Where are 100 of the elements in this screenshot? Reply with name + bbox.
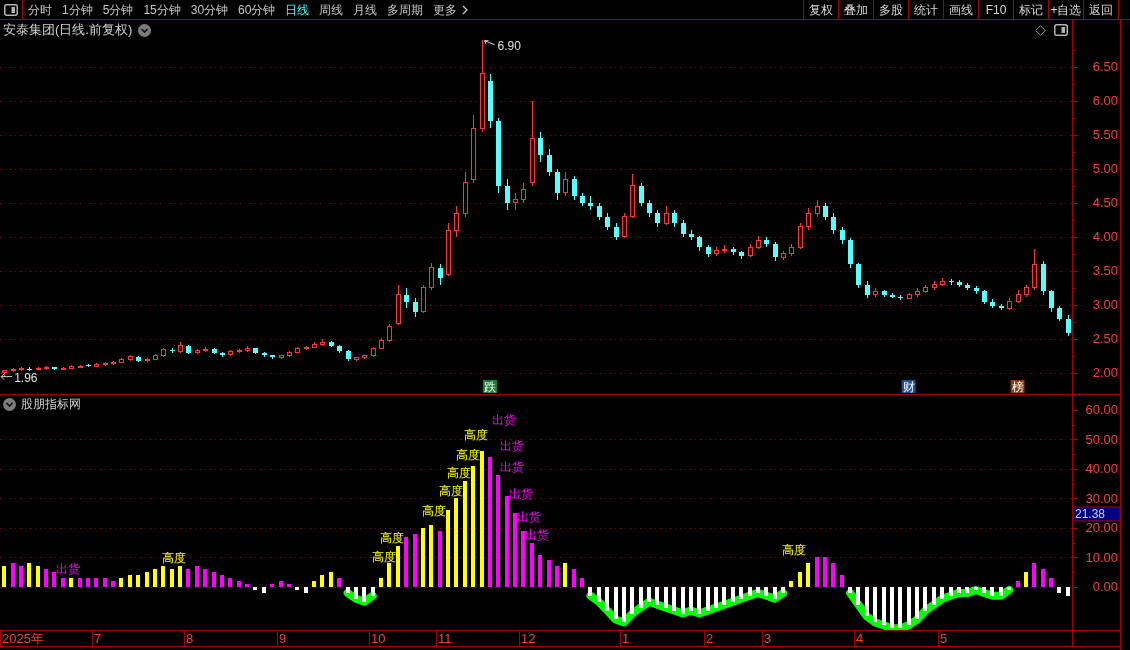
period-tab[interactable]: 分时	[23, 0, 57, 19]
axis-label: 10.00	[1085, 550, 1118, 565]
date-axis-label: 7	[94, 631, 102, 646]
candle	[312, 341, 317, 349]
candle	[304, 345, 309, 351]
candle	[153, 353, 158, 361]
event-tag[interactable]: 榜	[1010, 380, 1025, 394]
candle	[1049, 289, 1054, 313]
candle	[890, 292, 895, 299]
candle	[974, 285, 979, 295]
toolbar-button[interactable]: 画线	[943, 0, 978, 19]
date-axis-label: 11	[438, 631, 452, 646]
candle	[848, 237, 853, 268]
axis-label: 20.00	[1085, 520, 1118, 536]
candle	[404, 287, 409, 309]
indicator-title: 股朋指标网	[21, 397, 81, 412]
candle	[664, 205, 669, 226]
period-tab[interactable]: 周线	[314, 0, 349, 19]
candle	[806, 207, 811, 231]
period-tab[interactable]: 多周期	[382, 0, 429, 19]
candle	[538, 131, 543, 163]
date-axis-label: 9	[279, 631, 287, 646]
toolbar-button[interactable]: 多股	[873, 0, 908, 19]
date-axis-label: 2	[706, 631, 714, 646]
candle	[471, 114, 476, 183]
axis-label: 3.50	[1092, 263, 1118, 279]
candle	[253, 347, 258, 355]
toolbar-button[interactable]: F10	[978, 0, 1013, 19]
period-tab[interactable]: 月线	[348, 0, 383, 19]
signal-label: 高度	[455, 448, 480, 463]
signal-label: 出货	[525, 527, 550, 542]
candle	[563, 171, 568, 197]
candle	[52, 366, 57, 371]
panel-toggle-icon	[4, 3, 18, 16]
axis-label: 5.00	[1092, 161, 1118, 177]
candle	[203, 346, 208, 353]
more-button[interactable]: 更多	[428, 0, 474, 19]
period-tab[interactable]: 1分钟	[57, 0, 98, 19]
date-axis-label: 8	[186, 631, 194, 646]
candle	[505, 178, 510, 211]
candle	[170, 347, 175, 354]
candle	[463, 171, 468, 217]
candle	[454, 205, 459, 238]
candle	[547, 148, 552, 177]
candle	[161, 347, 166, 358]
candle	[320, 338, 325, 347]
candle	[27, 367, 32, 372]
candle	[689, 229, 694, 241]
signal-label: 高度	[380, 530, 405, 545]
period-tab[interactable]: 5分钟	[97, 0, 139, 19]
candle	[513, 192, 518, 211]
toolbar-button[interactable]: 返回	[1083, 0, 1118, 19]
date-axis-label: 12	[521, 631, 536, 646]
candle	[990, 299, 995, 309]
candle	[932, 280, 937, 291]
candle	[580, 192, 585, 207]
chevron-down-icon[interactable]	[3, 398, 16, 411]
candle	[882, 289, 887, 298]
event-tag[interactable]: 跌	[482, 380, 497, 394]
candle	[237, 348, 242, 354]
axis-label: 60.00	[1085, 402, 1118, 418]
toolbar-button[interactable]: 叠加	[838, 0, 873, 19]
period-tab[interactable]: 60分钟	[233, 0, 281, 19]
axis-label: 40.00	[1085, 461, 1118, 477]
period-tab[interactable]: 15分钟	[138, 0, 186, 19]
arrow-icon	[0, 373, 13, 381]
toolbar-button[interactable]: 复权	[803, 0, 838, 19]
candle	[572, 175, 577, 200]
candle	[840, 226, 845, 245]
signal-label: 出货	[500, 460, 525, 475]
period-tab[interactable]: 日线	[280, 0, 315, 19]
candle	[647, 199, 652, 217]
event-tag[interactable]: 财	[901, 380, 916, 394]
candle	[706, 244, 711, 258]
arrow-icon	[484, 40, 496, 46]
candle	[907, 292, 912, 300]
candle	[346, 350, 351, 362]
candle	[1041, 260, 1046, 296]
signal-label: 出货	[517, 510, 542, 525]
candle	[195, 348, 200, 355]
toolbar-button[interactable]: 统计	[908, 0, 943, 19]
candle	[622, 212, 627, 239]
chevron-down-icon[interactable]	[138, 23, 152, 37]
candle	[731, 246, 736, 256]
axis-label: 50.00	[1085, 432, 1118, 447]
panel-toggle-icon[interactable]	[1054, 24, 1068, 36]
diamond-icon[interactable]	[1035, 24, 1046, 36]
toolbar-button[interactable]: +自选	[1048, 0, 1083, 19]
toolbar-button[interactable]: 标记	[1013, 0, 1048, 19]
candle	[789, 243, 794, 257]
candle	[337, 344, 342, 353]
candle	[672, 209, 677, 228]
candle	[387, 323, 392, 343]
candle	[379, 337, 384, 350]
period-tab[interactable]: 30分钟	[185, 0, 234, 19]
candle	[1032, 248, 1037, 291]
axis-label: 0.00	[1092, 579, 1118, 595]
candle	[823, 202, 828, 221]
candle	[957, 279, 962, 288]
candle	[781, 250, 786, 261]
